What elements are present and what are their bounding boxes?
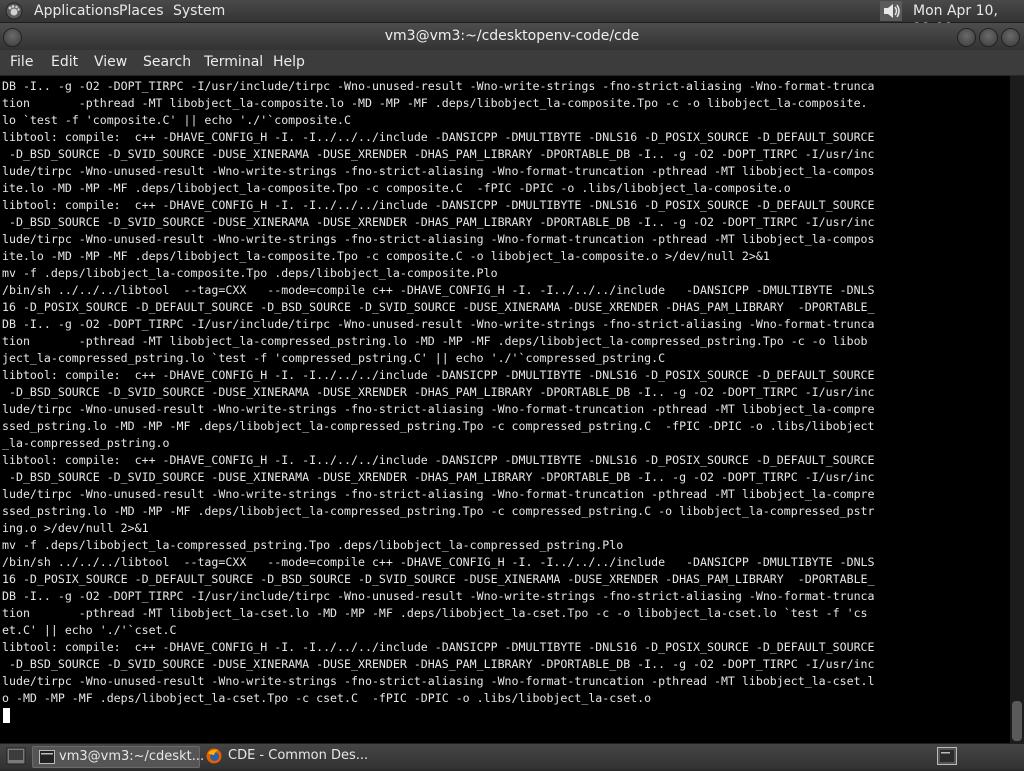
terminal-line: DB -I.. -g -O2 -DOPT_TIRPC -I/usr/includ… — [2, 589, 875, 603]
window-menu-icon[interactable] — [3, 28, 22, 47]
menu-view[interactable]: View — [94, 54, 127, 71]
taskbar-item-label: CDE - Common Des... — [228, 748, 369, 763]
menu-edit[interactable]: Edit — [51, 54, 78, 71]
terminal-line: mv -f .deps/libobject_la-compressed_pstr… — [2, 538, 624, 552]
terminal-line: tion -pthread -MT libobject_la-cset.lo -… — [2, 606, 868, 620]
menu-search[interactable]: Search — [143, 54, 191, 71]
terminal-scrollbar[interactable] — [1010, 76, 1024, 743]
maximize-icon[interactable] — [979, 28, 998, 47]
terminal-output[interactable]: DB -I.. -g -O2 -DOPT_TIRPC -I/usr/includ… — [2, 78, 1006, 707]
terminal-line: libtool: compile: c++ -DHAVE_CONFIG_H -I… — [2, 198, 875, 212]
terminal-line: ite.lo -MD -MP -MF .deps/libobject_la-co… — [2, 181, 791, 195]
terminal-line: lude/tirpc -Wno-unused-result -Wno-write… — [2, 487, 875, 501]
terminal-line: libtool: compile: c++ -DHAVE_CONFIG_H -I… — [2, 453, 875, 467]
terminal-line: tion -pthread -MT libobject_la-compresse… — [2, 334, 868, 348]
workspace-switcher-icon[interactable] — [937, 747, 957, 769]
places-menu[interactable]: Places — [119, 2, 164, 20]
show-desktop-icon[interactable] — [6, 747, 26, 769]
text-cursor — [3, 708, 10, 723]
close-icon[interactable] — [1001, 28, 1020, 47]
terminal-line: -D_BSD_SOURCE -D_SVID_SOURCE -DUSE_XINER… — [2, 147, 875, 161]
terminal-line: -D_BSD_SOURCE -D_SVID_SOURCE -DUSE_XINER… — [2, 385, 875, 399]
terminal-line: ject_la-compressed_pstring.lo `test -f '… — [2, 351, 666, 365]
terminal-line: ssed_pstring.lo -MD -MP -MF .deps/libobj… — [2, 419, 875, 433]
window-titlebar[interactable]: vm3@vm3:~/cdesktopenv-code/cde — [0, 23, 1024, 50]
terminal-line: DB -I.. -g -O2 -DOPT_TIRPC -I/usr/includ… — [2, 79, 875, 93]
terminal-line: et.C' || echo './'`cset.C — [2, 623, 177, 637]
system-menu[interactable]: System — [173, 2, 225, 20]
menu-terminal[interactable]: Terminal — [204, 54, 263, 71]
terminal-line: _la-compressed_pstring.o — [2, 436, 170, 450]
terminal-line: o -MD -MP -MF .deps/libobject_la-cset.Tp… — [2, 691, 652, 705]
terminal-line: ing.o >/dev/null 2>&1 — [2, 521, 149, 535]
terminal-line: libtool: compile: c++ -DHAVE_CONFIG_H -I… — [2, 368, 875, 382]
menu-file[interactable]: File — [10, 54, 33, 71]
terminal-line: libtool: compile: c++ -DHAVE_CONFIG_H -I… — [2, 130, 875, 144]
terminal-window: vm3@vm3:~/cdesktopenv-code/cde File Edit… — [0, 23, 1024, 766]
terminal-line: mv -f .deps/libobject_la-composite.Tpo .… — [2, 266, 498, 280]
terminal-line: /bin/sh ../../../libtool --tag=CXX --mod… — [2, 283, 875, 297]
top-panel: Applications Places System Mon Apr 10, 2… — [0, 0, 1024, 37]
terminal-line: lude/tirpc -Wno-unused-result -Wno-write… — [2, 402, 875, 416]
minimize-icon[interactable] — [957, 28, 976, 47]
menu-help[interactable]: Help — [273, 54, 305, 71]
terminal-line: ite.lo -MD -MP -MF .deps/libobject_la-co… — [2, 249, 770, 263]
bottom-panel: vm3@vm3:~/cdeskt... CDE - Common Des... — [0, 743, 1024, 769]
terminal-line: 16 -D_POSIX_SOURCE -D_DEFAULT_SOURCE -D_… — [2, 572, 875, 586]
terminal-line: ssed_pstring.lo -MD -MP -MF .deps/libobj… — [2, 504, 875, 518]
taskbar-item-firefox[interactable]: CDE - Common Des... — [202, 746, 382, 766]
terminal-menubar: File Edit View Search Terminal Help — [0, 50, 1024, 76]
terminal-line: -D_BSD_SOURCE -D_SVID_SOURCE -DUSE_XINER… — [2, 215, 875, 229]
terminal-line: libtool: compile: c++ -DHAVE_CONFIG_H -I… — [2, 640, 875, 654]
gnome-foot-icon[interactable] — [5, 2, 23, 20]
terminal-line: lo `test -f 'composite.C' || echo './'`c… — [2, 113, 352, 127]
terminal-line: /bin/sh ../../../libtool --tag=CXX --mod… — [2, 555, 875, 569]
window-title: vm3@vm3:~/cdesktopenv-code/cde — [384, 28, 640, 44]
applications-menu[interactable]: Applications — [34, 2, 120, 20]
terminal-line: -D_BSD_SOURCE -D_SVID_SOURCE -DUSE_XINER… — [2, 657, 875, 671]
taskbar-item-label: vm3@vm3:~/cdeskt... — [59, 749, 205, 764]
terminal-line: -D_BSD_SOURCE -D_SVID_SOURCE -DUSE_XINER… — [2, 470, 875, 484]
terminal-line: lude/tirpc -Wno-unused-result -Wno-write… — [2, 674, 875, 688]
terminal-line: tion -pthread -MT libobject_la-composite… — [2, 96, 868, 110]
terminal-line: lude/tirpc -Wno-unused-result -Wno-write… — [2, 164, 875, 178]
terminal-area[interactable]: DB -I.. -g -O2 -DOPT_TIRPC -I/usr/includ… — [0, 76, 1010, 743]
scrollbar-thumb[interactable] — [1012, 701, 1022, 741]
terminal-line: DB -I.. -g -O2 -DOPT_TIRPC -I/usr/includ… — [2, 317, 875, 331]
terminal-line: lude/tirpc -Wno-unused-result -Wno-write… — [2, 232, 875, 246]
terminal-line: 16 -D_POSIX_SOURCE -D_DEFAULT_SOURCE -D_… — [2, 300, 875, 314]
taskbar-item-terminal[interactable]: vm3@vm3:~/cdeskt... — [32, 746, 204, 768]
